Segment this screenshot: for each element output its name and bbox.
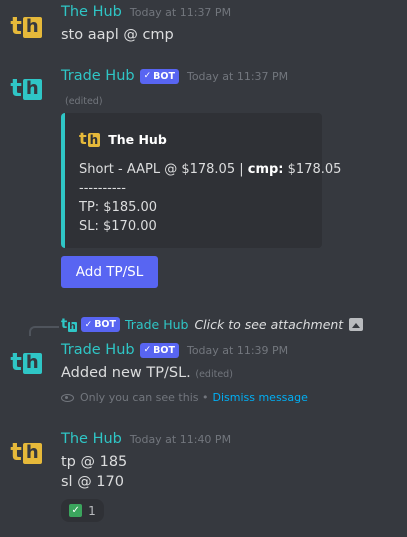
embed-line-1: Short - AAPL @ $178.05 | cmp: $178.05: [79, 162, 342, 177]
username[interactable]: Trade Hub: [61, 68, 135, 84]
embed-author: th The Hub: [79, 131, 167, 147]
message-header: Trade Hub ✓ BOT Today at 11:39 PM: [61, 342, 288, 358]
username[interactable]: The Hub: [61, 431, 122, 447]
message-content: sto aapl @ cmp: [61, 27, 174, 43]
edited-label: (edited): [195, 369, 233, 380]
eye-icon: [61, 393, 74, 402]
timestamp: Today at 11:37 PM: [186, 69, 289, 83]
message-header: Trade Hub ✓ BOT Today at 11:37 PM: [61, 68, 288, 84]
timestamp: Today at 11:39 PM: [186, 343, 289, 357]
timestamp: Today at 11:37 PM: [129, 5, 232, 19]
message-header: The Hub Today at 11:37 PM: [61, 4, 231, 20]
embed-line-4: SL: $170.00: [79, 219, 157, 234]
username[interactable]: The Hub: [61, 4, 122, 20]
trade-hub-logo-icon: th: [10, 350, 42, 374]
edited-label: (edited): [65, 96, 103, 107]
embed-description: Short - AAPL @ $178.05 | cmp: $178.05 --…: [79, 160, 341, 236]
ephemeral-notice: Only you can see this • Dismiss message: [61, 391, 308, 404]
trade-hub-logo-icon: th: [61, 317, 77, 332]
the-hub-logo-icon: th: [10, 14, 42, 38]
avatar[interactable]: th: [6, 6, 46, 46]
reply-username[interactable]: Trade Hub: [125, 317, 188, 332]
reply-connector: [29, 326, 59, 336]
avatar[interactable]: th: [6, 68, 46, 108]
reply-reference[interactable]: th ✓ BOT Trade Hub Click to see attachmen…: [61, 317, 364, 332]
dismiss-message-link[interactable]: Dismiss message: [212, 391, 307, 404]
message-content: Added new TP/SL. (edited): [61, 365, 233, 381]
timestamp: Today at 11:40 PM: [129, 432, 232, 446]
verified-check-icon: ✓: [143, 345, 152, 355]
reaction-count: 1: [88, 503, 96, 518]
verified-check-icon: ✓: [143, 71, 152, 81]
the-hub-logo-icon: th: [10, 440, 42, 464]
the-hub-logo-icon: th: [79, 129, 101, 148]
avatar[interactable]: th: [6, 432, 46, 472]
embed-line-2: ----------: [79, 181, 126, 196]
bot-badge: ✓ BOT: [80, 317, 120, 332]
verified-check-icon: ✓: [84, 319, 93, 330]
reply-text[interactable]: Click to see attachment: [194, 317, 343, 332]
image-icon: [349, 318, 364, 331]
username[interactable]: Trade Hub: [61, 342, 135, 358]
embed-author-name: The Hub: [108, 131, 167, 147]
trade-hub-logo-icon: th: [10, 76, 42, 100]
add-tp-sl-button[interactable]: Add TP/SL: [61, 256, 158, 288]
message-content: tp @ 185 sl @ 170: [61, 454, 128, 490]
reaction-button[interactable]: ✓ 1: [61, 499, 104, 522]
bot-badge: ✓ BOT: [139, 342, 179, 358]
checkbox-emoji-icon: ✓: [69, 504, 83, 517]
avatar[interactable]: th: [6, 342, 46, 382]
ephemeral-text: Only you can see this •: [80, 391, 209, 404]
embed-line-3: TP: $185.00: [79, 200, 158, 215]
embed: th The Hub Short - AAPL @ $178.05 | cmp:…: [61, 113, 341, 248]
bot-badge: ✓ BOT: [139, 68, 179, 84]
message-header: The Hub Today at 11:40 PM: [61, 431, 231, 447]
